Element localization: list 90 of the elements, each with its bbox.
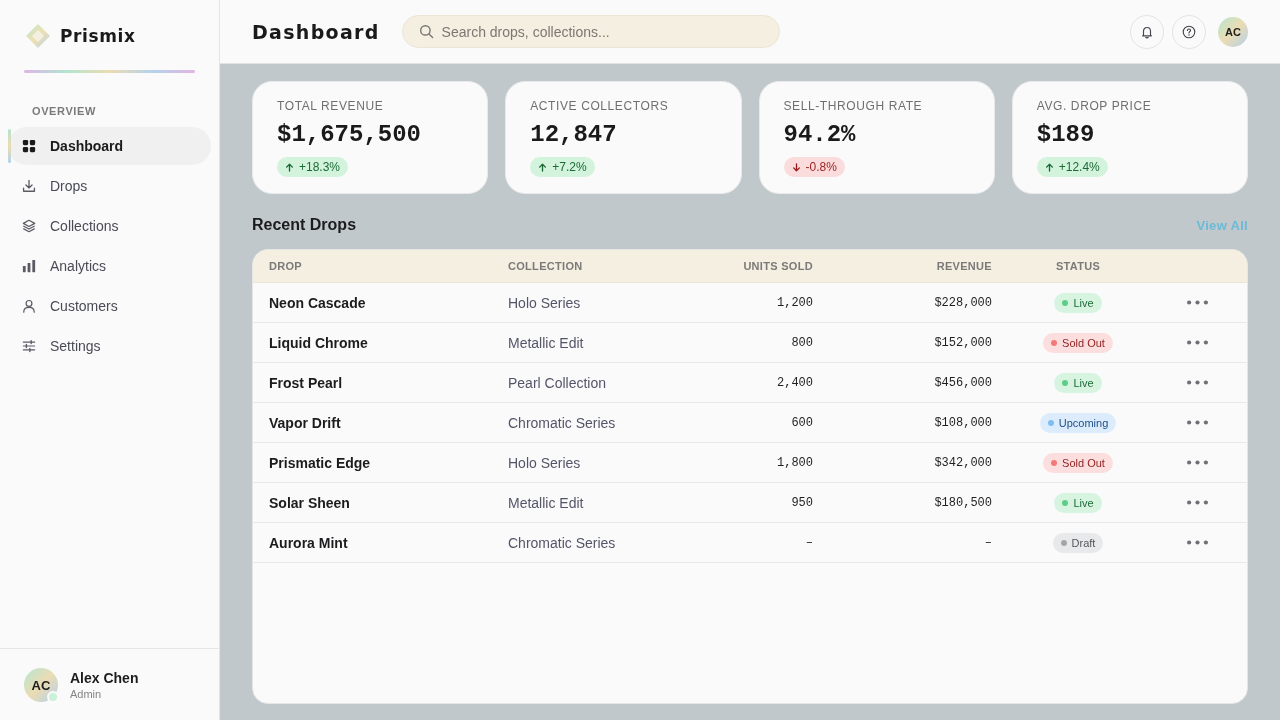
stat-value: $1,675,500	[277, 121, 422, 149]
drop-name: Neon Cascade	[269, 294, 366, 311]
status-badge: Sold Out	[1043, 452, 1113, 473]
more-icon[interactable]	[1187, 300, 1208, 305]
column-header: STATUS	[1055, 260, 1101, 272]
change-badge: +18.3%	[277, 157, 349, 177]
units-sold: 800	[791, 335, 813, 350]
drop-name: Frost Pearl	[269, 374, 343, 391]
revenue: $342,000	[934, 455, 992, 470]
units-sold: –	[805, 535, 813, 550]
help-button[interactable]	[1172, 14, 1206, 49]
profile-avatar[interactable]: AC	[1218, 16, 1248, 47]
search-icon	[418, 24, 434, 39]
nav-item[interactable]: Drops	[8, 167, 211, 205]
units-sold: 1,200	[777, 295, 813, 310]
section-title: Recent Drops	[252, 216, 357, 234]
nav-item[interactable]: Analytics	[8, 247, 211, 285]
layers-icon	[22, 219, 36, 233]
drop-name: Liquid Chrome	[269, 334, 368, 351]
arrow-up-icon	[285, 162, 294, 172]
bar-chart-icon	[22, 259, 36, 273]
stat-value: $189	[1036, 121, 1095, 149]
drop-name: Solar Sheen	[269, 494, 350, 511]
revenue: $456,000	[934, 375, 992, 390]
more-icon[interactable]	[1187, 500, 1208, 505]
search-field[interactable]: Search drops, collections...	[401, 15, 780, 48]
revenue: $228,000	[934, 295, 992, 310]
nav-item[interactable]: Settings	[8, 327, 211, 365]
page-title: Dashboard	[252, 20, 380, 43]
collection-name: Chromatic Series	[508, 534, 616, 551]
units-sold: 950	[791, 495, 813, 510]
collection-name: Holo Series	[508, 454, 581, 471]
revenue: $180,500	[934, 495, 992, 510]
revenue: $108,000	[934, 415, 992, 430]
stat-value: 94.2%	[783, 121, 856, 149]
drop-name: Prismatic Edge	[269, 454, 371, 471]
user-role: Admin	[70, 686, 103, 701]
status-badge: Draft	[1052, 532, 1104, 553]
collection-name: Metallic Edit	[508, 494, 584, 511]
stat-value: 12,847	[530, 121, 617, 149]
change-badge: +12.4%	[1036, 157, 1108, 177]
column-header: DROP	[269, 260, 302, 272]
more-icon[interactable]	[1187, 380, 1208, 385]
arrow-down-icon	[791, 162, 801, 172]
arrow-up-icon	[538, 162, 548, 172]
more-icon[interactable]	[1187, 460, 1208, 465]
drop-name: Aurora Mint	[269, 534, 348, 551]
change-badge: -0.8%	[783, 157, 845, 177]
drop-name: Vapor Drift	[269, 414, 341, 431]
user-icon	[22, 299, 36, 313]
nav-item[interactable]: Customers	[8, 287, 211, 325]
brand-name: Prismix	[60, 26, 136, 46]
collection-name: Metallic Edit	[508, 334, 584, 351]
status-badge: Live	[1054, 372, 1102, 393]
download-icon	[22, 179, 36, 193]
column-header: UNITS SOLD	[743, 260, 813, 272]
diamond-logo-icon	[25, 23, 51, 49]
nav-item[interactable]: Dashboard	[8, 127, 211, 165]
more-icon[interactable]	[1187, 420, 1208, 425]
collection-name: Holo Series	[508, 294, 581, 311]
notifications-button[interactable]	[1130, 14, 1164, 49]
nav-item[interactable]: Collections	[8, 207, 211, 245]
units-sold: 2,400	[777, 375, 813, 390]
stat-label: ACTIVE COLLECTORS	[530, 99, 669, 114]
status-badge: Upcoming	[1039, 412, 1117, 433]
user-name: Alex Chen	[70, 669, 139, 687]
revenue: $152,000	[934, 335, 992, 350]
units-sold: 1,800	[777, 455, 813, 470]
change-badge: +7.2%	[530, 157, 595, 177]
bell-icon	[1140, 24, 1154, 39]
revenue: –	[984, 535, 992, 550]
stat-label: AVG. DROP PRICE	[1036, 99, 1152, 114]
stat-label: SELL-THROUGH RATE	[783, 99, 923, 114]
column-header: COLLECTION	[508, 260, 583, 272]
section-label: OVERVIEW	[32, 104, 96, 118]
units-sold: 600	[791, 415, 813, 430]
user-avatar: AC	[24, 668, 58, 702]
status-badge: Live	[1054, 292, 1102, 313]
arrow-up-icon	[1044, 162, 1054, 172]
column-header: REVENUE	[936, 260, 992, 272]
grid-icon	[22, 139, 36, 153]
status-badge: Live	[1054, 492, 1102, 513]
more-icon[interactable]	[1187, 540, 1208, 545]
help-icon	[1182, 24, 1196, 39]
collection-name: Chromatic Series	[508, 414, 616, 431]
more-icon[interactable]	[1187, 340, 1208, 345]
stat-label: TOTAL REVENUE	[277, 99, 384, 114]
sliders-icon	[22, 339, 36, 353]
collection-name: Pearl Collection	[508, 374, 607, 391]
status-badge: Sold Out	[1043, 332, 1113, 353]
